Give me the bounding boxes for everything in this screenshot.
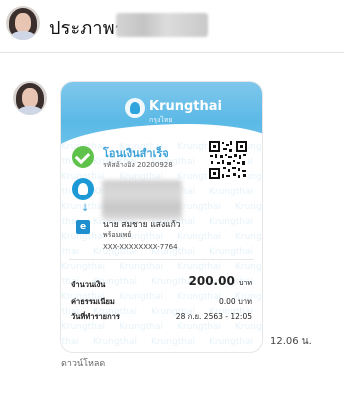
date-label: วันที่ทำรายการ [71,312,120,321]
contact-avatar[interactable] [6,6,40,40]
amount-unit: บาท [239,279,252,287]
watermark-text: Krungthai [177,232,221,242]
date-value: 28 ก.ย. 2563 - 12:05 [175,312,252,321]
qr-code [208,140,248,180]
sender-bank-icon [72,178,94,200]
divider [69,259,254,260]
chat-header: ประภาพร [0,0,344,53]
watermark-text: Krungthai [235,202,262,212]
watermark-text: Krungthai [177,202,221,212]
watermark-text: Krungthai [209,187,253,197]
redacted-name-blur [116,13,208,37]
watermark-text: Krungthai [235,232,262,242]
transfer-receipt-image[interactable]: Krungthai กรุงไทย Krungthai Krungthai Krun… [61,82,262,352]
watermark-text: Krungthai [209,247,253,257]
watermark-text: Krungthai [151,337,195,347]
bank-name-thai: กรุงไทย [149,116,173,124]
watermark-text: Krungthai [61,247,79,257]
fee-label: ค่าธรรมเนียม [71,297,115,306]
watermark-text: Krungthai [119,262,163,272]
download-link[interactable]: ดาวน์โหลด [61,356,105,370]
reference-code: รหัสอ้างอิง 20200928 [103,161,173,169]
watermark-text: Krungthai [177,262,221,272]
watermark-text: Krungthai [177,322,221,332]
message-timestamp: 12.06 น. [270,336,312,347]
watermark-text: Krungthai [119,292,163,302]
watermark-text: Krungthai [235,262,262,272]
watermark-text: Krungthai [177,292,221,302]
amount-value: 200.00 บาท [189,274,253,289]
arrow-down-icon: ↓ [81,203,90,214]
watermark-text: Krungthai [93,337,137,347]
contact-name[interactable]: ประภาพร [49,13,125,42]
recipient-service: พร้อมเพย์ [103,231,132,239]
watermark-text: Krungthai [209,217,253,227]
bank-name: Krungthai [149,99,222,114]
redacted-sender-blur [102,180,182,220]
recipient-account: XXX-XXXXXXXX-7764 [103,243,178,251]
watermark-text: Krungthai [61,337,79,347]
watermark-text: Krungthai [235,322,262,332]
watermark-text: Krungthai [119,322,163,332]
watermark-text: Krungthai [209,337,253,347]
watermark-text: Krungthai [61,322,105,332]
recipient-name: นาย สมชาย แสงแก้ว [103,220,181,230]
check-circle-icon [72,146,94,168]
amount-label: จำนวนเงิน [71,280,106,289]
krungthai-logo-icon [125,98,145,118]
watermark-text: Krungthai [61,262,105,272]
ewallet-icon: e [76,220,90,234]
fee-value: 0.00 บาท [219,297,252,306]
amount-number: 200.00 [188,274,235,288]
sender-avatar[interactable] [13,81,47,115]
